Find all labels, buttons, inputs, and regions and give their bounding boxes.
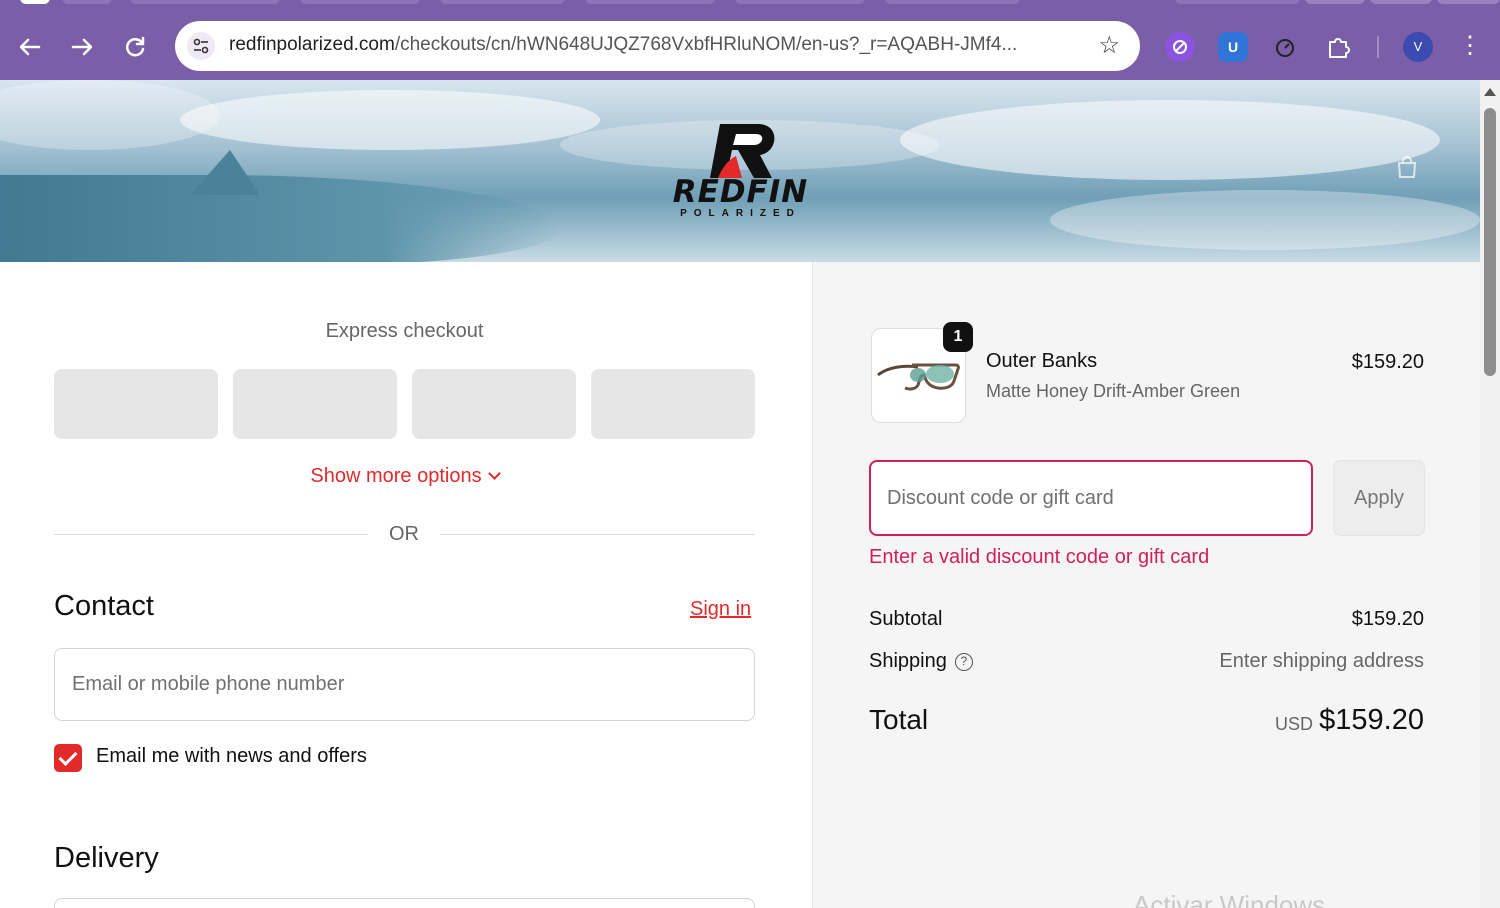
- back-arrow-icon[interactable]: [13, 30, 47, 64]
- product-price: $159.20: [1351, 351, 1424, 373]
- quantity-badge: 1: [943, 322, 973, 352]
- chevron-down-icon: [487, 467, 501, 480]
- checkout-main: Express checkout Show more options OR Co…: [0, 262, 812, 908]
- subtotal-label: Subtotal: [869, 608, 943, 630]
- url-path: /checkouts/cn/hWN648UJQZ768VxbfHRluNOM/e…: [394, 34, 1018, 55]
- newsletter-checkbox[interactable]: [54, 744, 82, 772]
- star-icon[interactable]: ☆: [1098, 32, 1120, 60]
- browser-tab[interactable]: [300, 0, 420, 4]
- shipping-row: Shipping?: [869, 650, 973, 673]
- redfin-logo[interactable]: REDFIN POLARIZED: [668, 122, 813, 222]
- help-circle-icon[interactable]: ?: [954, 653, 973, 671]
- extensions-icon[interactable]: [1323, 32, 1353, 62]
- shopping-bag-icon[interactable]: [1394, 154, 1420, 180]
- email-or-phone-input[interactable]: [54, 648, 755, 721]
- site-settings-icon[interactable]: [187, 32, 215, 60]
- browser-tab-strip: [0, 0, 1500, 12]
- sign-in-link[interactable]: Sign in: [690, 598, 751, 621]
- water-wave: [1050, 190, 1480, 250]
- show-more-label: Show more options: [310, 465, 482, 487]
- extension-icon[interactable]: [1165, 32, 1195, 62]
- forward-arrow-icon[interactable]: [65, 30, 99, 64]
- browser-tab[interactable]: [62, 0, 112, 4]
- express-pay-button[interactable]: [591, 369, 755, 439]
- address-bar[interactable]: redfinpolarized.com/checkouts/cn/hWN648U…: [175, 21, 1140, 71]
- delivery-heading: Delivery: [54, 842, 159, 874]
- express-checkout-title: Express checkout: [325, 320, 484, 342]
- contact-heading: Contact: [54, 590, 154, 622]
- total-label: Total: [869, 704, 929, 735]
- discount-code-input[interactable]: [869, 460, 1313, 536]
- shield-extension-icon[interactable]: U: [1218, 32, 1248, 62]
- toolbar-separator: [1377, 36, 1379, 58]
- reload-icon[interactable]: [118, 30, 152, 64]
- water-wave: [900, 100, 1440, 180]
- browser-tab[interactable]: [440, 0, 565, 4]
- profile-avatar[interactable]: V: [1403, 32, 1433, 62]
- shark-image: [0, 175, 560, 262]
- url-text: redfinpolarized.com/checkouts/cn/hWN648U…: [229, 34, 1017, 56]
- water-wave: [180, 90, 600, 150]
- browser-tab[interactable]: [1437, 0, 1500, 4]
- shark-fin: [190, 150, 260, 195]
- show-more-options-button[interactable]: Show more options: [54, 465, 755, 488]
- redfin-r-mark: [710, 124, 775, 178]
- express-pay-button[interactable]: [54, 369, 218, 439]
- browser-tab[interactable]: [885, 0, 1020, 4]
- delivery-country-select[interactable]: [54, 898, 755, 908]
- total-currency: USD: [1274, 714, 1313, 734]
- browser-tab[interactable]: [585, 0, 715, 4]
- subtotal-value: $159.20: [1351, 608, 1424, 630]
- browser-toolbar: redfinpolarized.com/checkouts/cn/hWN648U…: [0, 12, 1500, 80]
- logo-wordmark: REDFIN: [672, 174, 809, 210]
- browser-tab[interactable]: [735, 0, 865, 4]
- water-wave: [0, 80, 220, 150]
- product-name: Outer Banks: [986, 350, 1098, 372]
- express-pay-button[interactable]: [412, 369, 576, 439]
- browser-tab[interactable]: [1175, 0, 1300, 4]
- newsletter-label: Email me with news and offers: [96, 745, 367, 767]
- menu-icon[interactable]: ⋮: [1458, 32, 1482, 62]
- divider: [54, 534, 368, 535]
- order-summary: 1 Outer Banks Matte Honey Drift-Amber Gr…: [812, 262, 1480, 908]
- os-activation-watermark: Activar Windows: [1133, 890, 1326, 908]
- shipping-label: Shipping: [869, 650, 947, 672]
- scroll-up-arrow-icon[interactable]: [1484, 88, 1496, 96]
- browser-tab[interactable]: [1305, 0, 1365, 4]
- browser-tab[interactable]: [130, 0, 280, 4]
- browser-tab[interactable]: [1370, 0, 1432, 4]
- url-host: redfinpolarized.com: [229, 34, 395, 55]
- express-pay-button[interactable]: [233, 369, 397, 439]
- browser-tab[interactable]: [20, 0, 50, 4]
- total-value: $159.20: [1319, 704, 1424, 736]
- apply-discount-button[interactable]: Apply: [1333, 460, 1425, 536]
- discount-error-message: Enter a valid discount code or gift card: [869, 546, 1210, 568]
- or-divider-text: OR: [389, 523, 419, 545]
- timer-extension-icon[interactable]: [1270, 32, 1300, 62]
- product-variant: Matte Honey Drift-Amber Green: [986, 381, 1241, 401]
- scrollbar-thumb[interactable]: [1484, 108, 1496, 376]
- shipping-value: Enter shipping address: [1219, 650, 1424, 672]
- divider: [440, 534, 755, 535]
- logo-tagline: POLARIZED: [680, 208, 801, 219]
